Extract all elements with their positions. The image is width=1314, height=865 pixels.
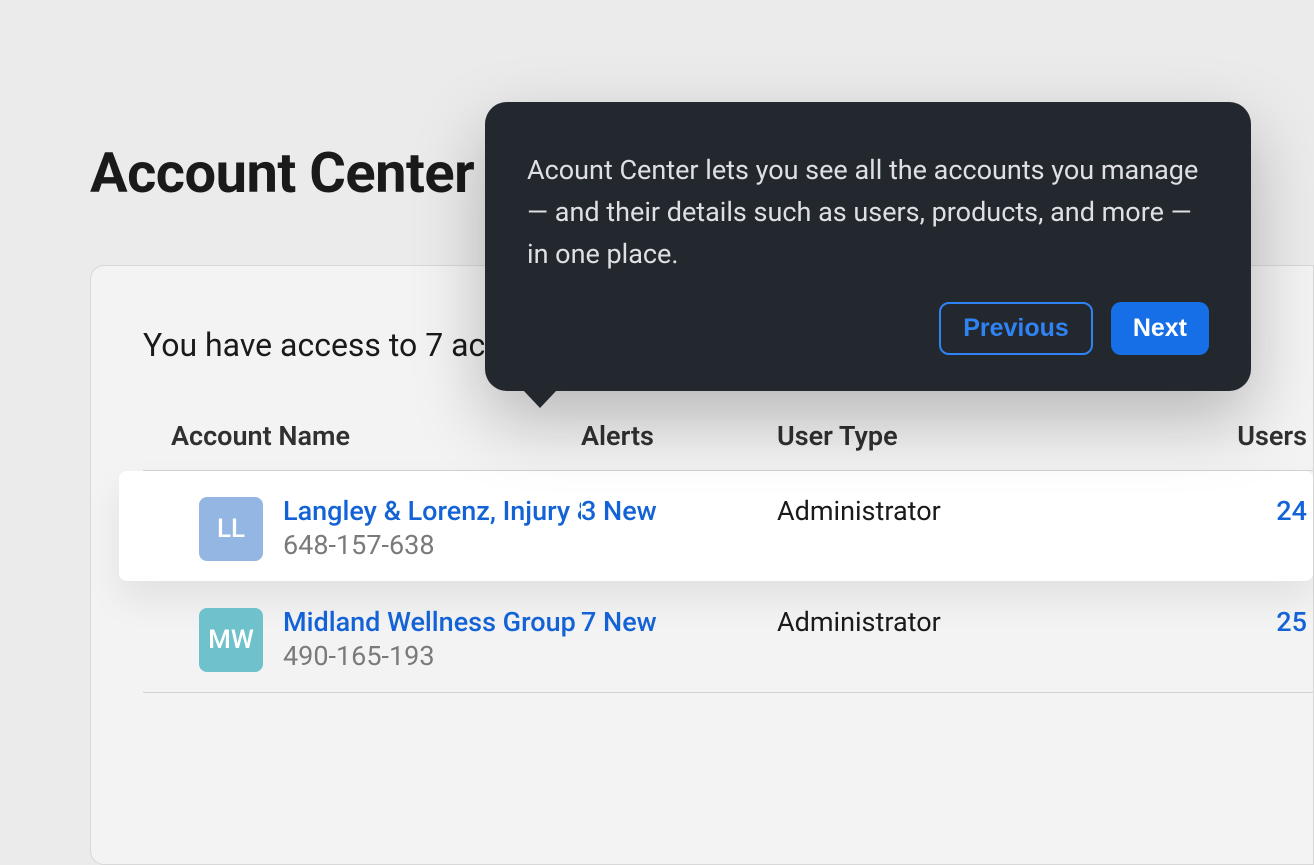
column-header-alerts: Alerts [581,420,777,452]
table-row[interactable]: MW Midland Wellness Group 490-165-193 7 … [143,582,1313,693]
accounts-table: Account Name Alerts User Type Users LL L… [91,420,1313,693]
tooltip-body: Acount Center lets you see all the accou… [527,150,1209,276]
column-header-users: Users [1207,420,1307,452]
onboarding-tooltip: Acount Center lets you see all the accou… [485,102,1251,391]
previous-button[interactable]: Previous [939,302,1093,355]
table-header-row: Account Name Alerts User Type Users [143,420,1313,471]
tooltip-arrow-icon [523,390,557,408]
column-header-user-type: User Type [777,420,1207,452]
account-id: 490-165-193 [283,640,576,672]
users-link[interactable]: 25 [1276,606,1307,638]
account-id: 648-157-638 [283,529,581,561]
user-type: Administrator [777,606,1207,638]
table-row[interactable]: LL Langley & Lorenz, Injury & Ac 648-157… [119,471,1313,582]
account-name-link[interactable]: Midland Wellness Group [283,606,576,638]
account-name-link[interactable]: Langley & Lorenz, Injury & Ac [283,495,581,527]
alerts-link[interactable]: 7 New [581,606,657,638]
avatar: MW [199,608,263,672]
users-link[interactable]: 24 [1276,495,1307,527]
alerts-link[interactable]: 3 New [581,495,657,527]
avatar: LL [199,497,263,561]
column-header-account-name: Account Name [143,420,581,452]
next-button[interactable]: Next [1111,302,1209,355]
page-title: Account Center [90,140,474,206]
user-type: Administrator [777,495,1207,527]
